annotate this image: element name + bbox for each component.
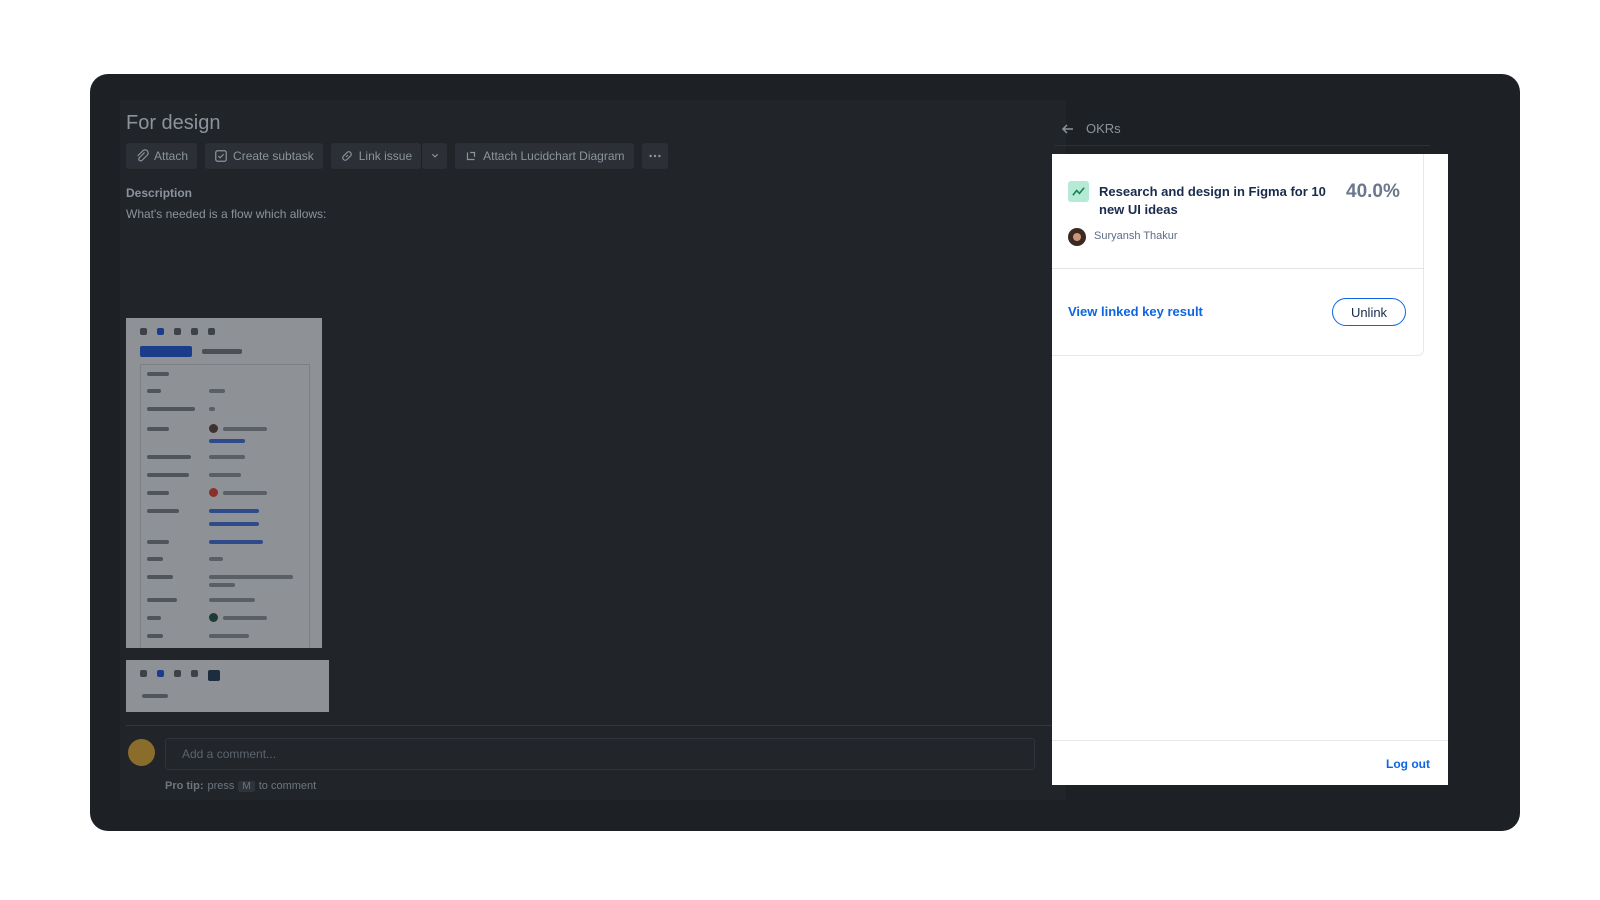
key-result-progress: 40.0% xyxy=(1346,181,1400,202)
thumbnail-actions xyxy=(202,349,242,354)
okr-panel: Research and design in Figma for 10 new … xyxy=(1052,154,1448,785)
trend-chart-icon xyxy=(1068,181,1089,202)
pro-tip: Pro tip: press M to comment xyxy=(165,780,316,792)
back-arrow-icon[interactable] xyxy=(1060,121,1076,137)
subtask-icon xyxy=(215,150,227,162)
create-subtask-label: Create subtask xyxy=(233,149,314,163)
attach-button[interactable]: Attach xyxy=(126,143,198,169)
thumbnail-toolbar-2 xyxy=(140,670,220,681)
attach-label: Attach xyxy=(154,149,189,163)
avatar xyxy=(1068,228,1086,246)
more-actions-button[interactable] xyxy=(641,143,668,169)
key-result-summary: Research and design in Figma for 10 new … xyxy=(1052,154,1424,269)
attach-lucidchart-button[interactable]: Attach Lucidchart Diagram xyxy=(455,143,634,169)
okr-panel-title: OKRs xyxy=(1086,121,1121,136)
okr-panel-header: OKRs xyxy=(1054,112,1430,146)
link-issue-button[interactable]: Link issue xyxy=(330,143,422,169)
avatar xyxy=(128,739,155,766)
thumbnail-details xyxy=(140,364,310,648)
create-subtask-button[interactable]: Create subtask xyxy=(205,143,323,169)
thumbnail-status-pill xyxy=(140,346,192,357)
issue-panel: For design Attach Create subtask Link is… xyxy=(120,100,1066,800)
unlink-button[interactable]: Unlink xyxy=(1332,298,1406,326)
logout-link[interactable]: Log out xyxy=(1386,757,1430,771)
chevron-down-icon xyxy=(431,153,438,158)
comment-input[interactable]: Add a comment... xyxy=(165,738,1035,770)
link-issue-dropdown[interactable] xyxy=(421,143,448,169)
issue-title: For design xyxy=(126,112,221,134)
pro-tip-key: M xyxy=(238,780,255,792)
key-result-card: Research and design in Figma for 10 new … xyxy=(1052,154,1424,356)
app-frame: For design Attach Create subtask Link is… xyxy=(90,74,1520,831)
lucidchart-icon xyxy=(467,151,476,161)
comment-divider xyxy=(126,725,1066,726)
key-result-title[interactable]: Research and design in Figma for 10 new … xyxy=(1099,183,1334,219)
pro-tip-label: Pro tip: xyxy=(165,780,204,792)
issue-toolbar: Attach Create subtask Link issue Attach … xyxy=(126,143,668,169)
link-icon xyxy=(341,151,352,161)
key-result-owner: Suryansh Thakur xyxy=(1094,230,1178,242)
comment-placeholder: Add a comment... xyxy=(182,747,277,761)
attach-lucidchart-label: Attach Lucidchart Diagram xyxy=(483,149,625,163)
attachment-thumbnail-2[interactable] xyxy=(126,660,329,712)
okr-panel-footer: Log out xyxy=(1052,740,1448,785)
pro-tip-press: press xyxy=(207,780,235,792)
description-text: What's needed is a flow which allows: xyxy=(126,207,327,221)
view-linked-key-result-link[interactable]: View linked key result xyxy=(1068,304,1203,319)
attachment-thumbnail[interactable] xyxy=(126,318,322,648)
description-label: Description xyxy=(126,186,193,200)
more-icon xyxy=(648,154,661,158)
link-issue-label: Link issue xyxy=(358,149,413,163)
paperclip-icon xyxy=(137,149,149,162)
thumbnail-toolbar xyxy=(140,328,215,335)
pro-tip-suffix: to comment xyxy=(258,780,317,792)
